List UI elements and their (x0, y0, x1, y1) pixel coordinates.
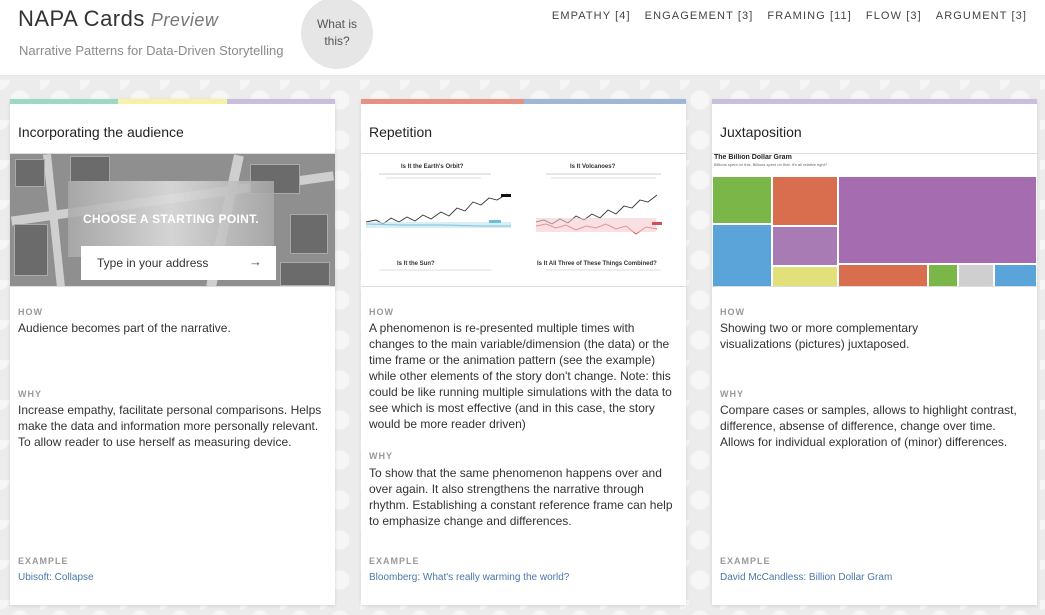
header: NAPA Cards Preview Narrative Patterns for… (0, 0, 1045, 76)
arrow-right-icon: → (249, 254, 262, 269)
app-subtitle: Narrative Patterns for Data-Driven Story… (19, 43, 284, 58)
why-label: WHY (18, 389, 42, 399)
how-label: HOW (720, 307, 745, 317)
starting-point-heading: CHOOSE A STARTING POINT. (82, 212, 260, 226)
address-input: Type in your address → (81, 246, 276, 280)
why-text: Increase empathy, facilitate personal co… (18, 403, 322, 449)
address-input-placeholder: Type in your address (97, 256, 209, 270)
example-link[interactable]: Ubisoft: Collapse (18, 572, 94, 583)
card-title: Repetition (369, 124, 433, 140)
card-title: Incorporating the audience (18, 124, 184, 140)
card-preview-image: CHOOSE A STARTING POINT. Type in your ad… (10, 153, 335, 287)
card-incorporating-the-audience[interactable]: Incorporating the audience CHOOSE A STAR… (10, 99, 335, 605)
nav-argument[interactable]: ARGUMENT [3] (936, 10, 1027, 22)
why-label: WHY (369, 451, 393, 461)
example-link[interactable]: Bloomberg: What's really warming the wor… (369, 572, 569, 583)
card-repetition[interactable]: Repetition Is It the Earth's Orbit? Is I… (361, 99, 686, 605)
repetition-thumbnail-graphic (365, 173, 662, 271)
category-color-bar (361, 99, 686, 104)
nav-empathy[interactable]: EMPATHY [4] (552, 10, 631, 22)
how-label: HOW (369, 307, 394, 317)
treemap-title: The Billion Dollar Gram (714, 154, 792, 161)
treemap-subtitle: Billions spent on this. Billions spent o… (714, 162, 828, 167)
what-is-this-button[interactable]: What is this? (301, 0, 373, 69)
category-color-bar (712, 99, 1037, 104)
why-label: WHY (720, 389, 744, 399)
why-text: To show that the same phenomenon happens… (369, 466, 673, 528)
card-preview-image: The Billion Dollar Gram Billions spent o… (712, 153, 1037, 287)
example-label: EXAMPLE (369, 556, 420, 566)
how-label: HOW (18, 307, 43, 317)
nav-framing[interactable]: FRAMING [11] (767, 10, 852, 22)
app-title-text[interactable]: NAPA Cards (18, 6, 145, 31)
category-color-bar (10, 99, 335, 104)
example-label: EXAMPLE (720, 556, 771, 566)
app-title[interactable]: NAPA Cards Preview (18, 6, 218, 32)
how-text: Audience becomes part of the narrative. (18, 321, 231, 335)
category-nav: EMPATHY [4] ENGAGEMENT [3] FRAMING [11] … (552, 10, 1027, 22)
card-title: Juxtaposition (720, 124, 802, 140)
nav-engagement[interactable]: ENGAGEMENT [3] (645, 10, 754, 22)
example-link[interactable]: David McCandless: Billion Dollar Gram (720, 572, 892, 583)
preview-label: Preview (150, 10, 219, 30)
card-preview-image: Is It the Earth's Orbit? Is It Volcanoes… (361, 153, 686, 287)
why-text: Compare cases or samples, allows to high… (720, 403, 1017, 449)
nav-flow[interactable]: FLOW [3] (866, 10, 922, 22)
how-text: Showing two or more complementary visual… (720, 321, 919, 351)
example-label: EXAMPLE (18, 556, 69, 566)
card-juxtaposition[interactable]: Juxtaposition The Billion Dollar Gram Bi… (712, 99, 1037, 605)
how-text: A phenomenon is re-presented multiple ti… (369, 321, 672, 431)
